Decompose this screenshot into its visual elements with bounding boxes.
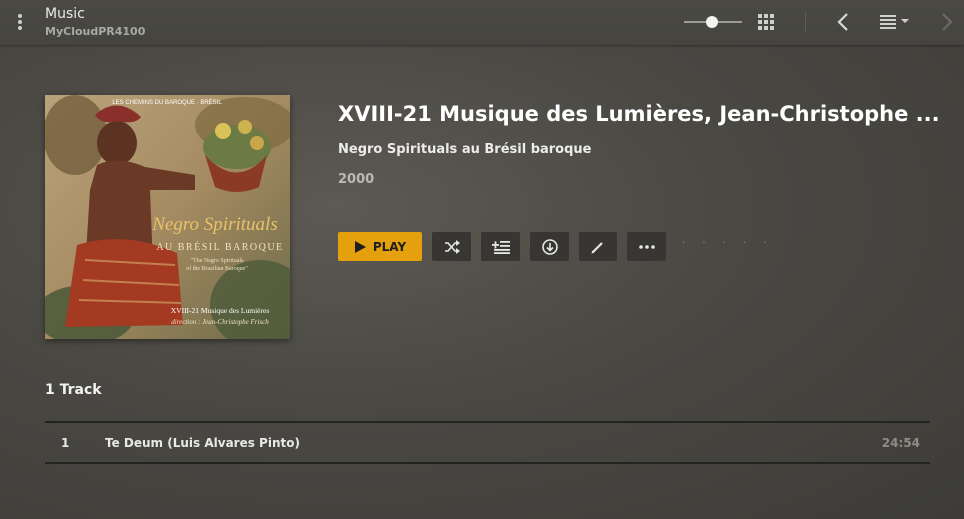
more-vertical-icon[interactable]: [15, 14, 25, 30]
play-icon: [354, 240, 366, 253]
divider-top: [45, 421, 930, 423]
shuffle-icon: [444, 239, 460, 254]
cover-direction: direction : Jean-Christophe Frisch: [171, 318, 269, 326]
add-to-queue-icon: [491, 240, 510, 254]
cover-ensemble: XVIII-21 Musique des Lumières: [171, 306, 270, 315]
download-icon: [541, 238, 558, 255]
forward-icon[interactable]: [937, 11, 957, 33]
back-icon[interactable]: [834, 11, 854, 33]
star-rating[interactable]: · · · · ·: [682, 238, 774, 249]
play-label: PLAY: [372, 239, 407, 254]
play-button[interactable]: PLAY: [338, 232, 422, 261]
divider-bottom: [45, 462, 930, 464]
album-cover[interactable]: LES CHEMINS DU BAROQUE · BRÉSIL Negro Sp…: [35, 95, 310, 350]
album-year: 2000: [338, 172, 375, 187]
cover-top-text: LES CHEMINS DU BAROQUE · BRÉSIL: [112, 99, 222, 106]
app-title: Music: [45, 6, 85, 22]
more-button[interactable]: [627, 232, 666, 261]
size-slider[interactable]: [684, 13, 742, 31]
track-row[interactable]: 1 Te Deum (Luis Alvares Pinto) 24:54: [45, 424, 930, 462]
cover-title-line1: Negro Spirituals: [151, 214, 277, 235]
cover-title-line2: AU BRÉSIL BAROQUE: [156, 241, 283, 253]
top-bar: Music MyCloudPR4100: [0, 0, 964, 45]
more-icon: [638, 244, 655, 249]
cover-subtitle-line2: of the Brazilian Baroque": [186, 265, 248, 272]
cover-subtitle-line1: "The Negro Spirituals: [191, 258, 244, 264]
slider-thumb[interactable]: [706, 16, 718, 28]
download-button[interactable]: [530, 232, 569, 261]
album-title: XVIII-21 Musique des Lumières, Jean-Chri…: [338, 102, 940, 126]
edit-icon: [591, 241, 603, 253]
track-count: 1 Track: [45, 382, 102, 398]
toolbar-divider: [805, 12, 806, 32]
list-menu-icon[interactable]: [879, 14, 913, 30]
shuffle-button[interactable]: [432, 232, 471, 261]
grid-icon[interactable]: [758, 14, 774, 30]
server-name[interactable]: MyCloudPR4100: [45, 25, 145, 38]
edit-button[interactable]: [579, 232, 617, 261]
track-title: Te Deum (Luis Alvares Pinto): [105, 436, 300, 450]
track-duration: 24:54: [881, 436, 920, 450]
album-artist[interactable]: Negro Spirituals au Brésil baroque: [338, 142, 592, 157]
add-to-queue-button[interactable]: [481, 232, 520, 261]
track-number: 1: [61, 436, 70, 450]
